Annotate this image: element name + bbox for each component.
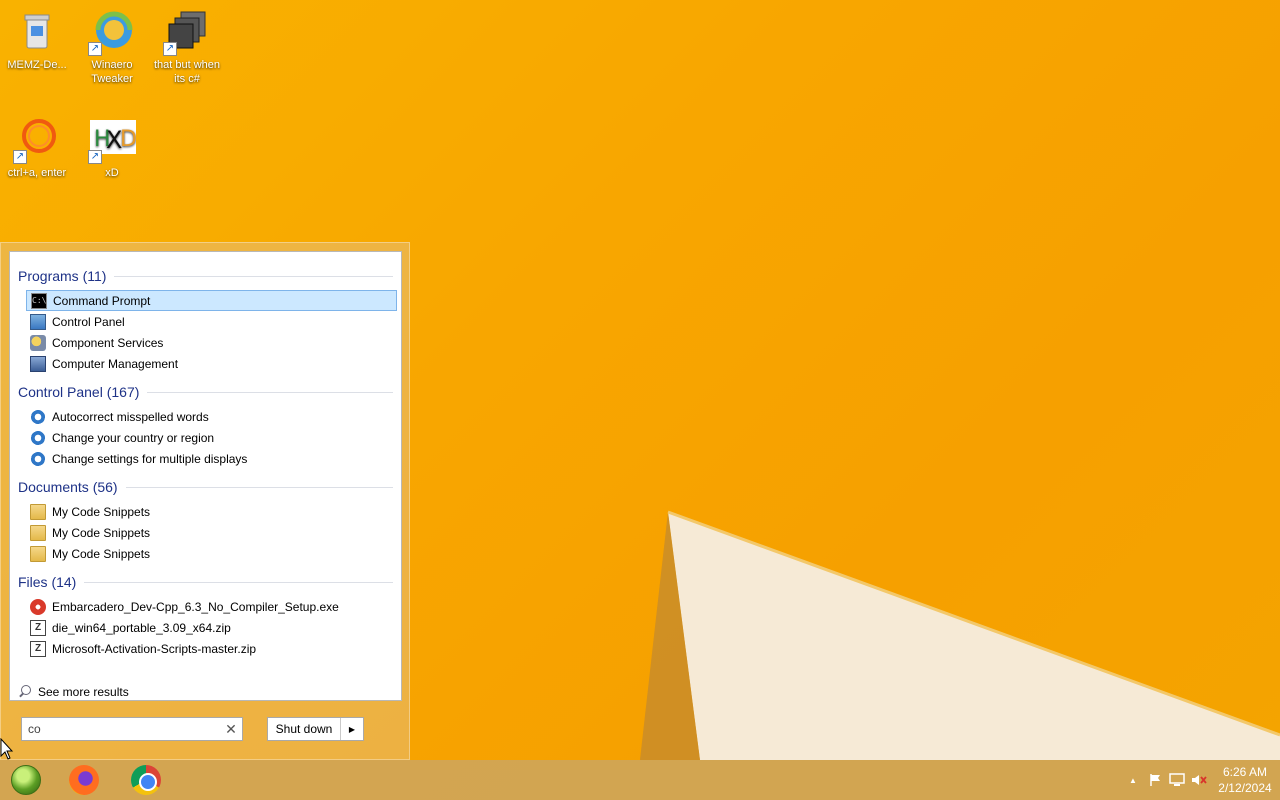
hxd-icon: HXD ↗ — [88, 116, 137, 164]
result-document[interactable]: My Code Snippets — [26, 543, 397, 564]
clock[interactable]: 6:26 AM 2/12/2024 — [1210, 764, 1280, 796]
group-header-control-panel: Control Panel (167) — [18, 382, 393, 402]
shortcut-arrow-icon: ↗ — [88, 42, 102, 56]
computer-management-icon — [30, 355, 46, 372]
result-label: Command Prompt — [53, 293, 151, 308]
cmd-icon: C:\ — [31, 292, 47, 309]
clock-time: 6:26 AM — [1222, 765, 1268, 779]
start-button[interactable] — [0, 762, 52, 798]
component-services-icon — [30, 334, 46, 351]
result-file[interactable]: Embarcadero_Dev-Cpp_6.3_No_Compiler_Setu… — [26, 596, 397, 617]
result-label: Component Services — [52, 335, 164, 350]
exe-icon — [30, 598, 46, 615]
search-icon — [18, 685, 32, 699]
clear-search-icon[interactable]: ✕ — [220, 721, 242, 738]
gear-icon — [30, 408, 46, 425]
result-file[interactable]: Z die_win64_portable_3.09_x64.zip — [26, 617, 397, 638]
result-label: Microsoft-Activation-Scripts-master.zip — [52, 641, 257, 656]
result-document[interactable]: My Code Snippets — [26, 501, 397, 522]
desktop-icon-label: that but when its c# — [153, 59, 221, 85]
network-icon[interactable] — [1166, 760, 1188, 800]
shutdown-button-group: Shut down ▶ — [267, 717, 364, 741]
result-label: My Code Snippets — [52, 546, 151, 561]
recycle-bin-icon — [13, 8, 61, 56]
zip-icon: Z — [30, 619, 46, 636]
gear-icon — [30, 429, 46, 446]
search-input[interactable] — [28, 722, 220, 736]
start-menu: Programs (11) C:\ Command Prompt Control… — [0, 242, 410, 760]
system-tray: ▲ 6:26 AM 2/12/2024 — [1122, 760, 1280, 800]
folder-icon — [30, 524, 46, 541]
result-label: My Code Snippets — [52, 525, 151, 540]
result-command-prompt[interactable]: C:\ Command Prompt — [26, 290, 397, 311]
result-label: Computer Management — [52, 356, 179, 371]
result-label: Embarcadero_Dev-Cpp_6.3_No_Compiler_Setu… — [52, 599, 339, 614]
desktop-icon-label: Winaero Tweaker — [91, 59, 133, 85]
winaero-icon: ↗ — [88, 8, 136, 56]
see-more-label: See more results — [38, 685, 129, 699]
search-results-panel: Programs (11) C:\ Command Prompt Control… — [9, 251, 402, 701]
desktop-icon-that-but[interactable]: ↗ that but when its c# — [150, 8, 224, 86]
shortcut-arrow-icon: ↗ — [13, 150, 27, 164]
taskbar-chrome[interactable] — [120, 762, 172, 798]
desktop-icon-ctrl-a[interactable]: ↗ ctrl+a, enter — [0, 116, 74, 180]
group-header-documents: Documents (56) — [18, 477, 393, 497]
desktop-icon-label: ctrl+a, enter — [7, 167, 67, 179]
desktop-icon-label: xD — [105, 167, 119, 179]
result-label: My Code Snippets — [52, 504, 151, 519]
shutdown-options-arrow-icon[interactable]: ▶ — [341, 718, 363, 740]
result-label: Change settings for multiple displays — [52, 451, 248, 466]
action-center-flag-icon[interactable] — [1144, 760, 1166, 800]
search-box[interactable]: ✕ — [21, 717, 243, 741]
result-label: Change your country or region — [52, 430, 215, 445]
see-more-results-link[interactable]: See more results — [18, 682, 129, 702]
taskbar-firefox[interactable] — [58, 762, 110, 798]
result-control-panel[interactable]: Control Panel — [26, 311, 397, 332]
result-file[interactable]: Z Microsoft-Activation-Scripts-master.zi… — [26, 638, 397, 659]
taskbar: ▲ 6:26 AM 2/12/2024 — [0, 760, 1280, 800]
zip-icon: Z — [30, 640, 46, 657]
stack-icon: ↗ — [163, 8, 211, 56]
result-component-services[interactable]: Component Services — [26, 332, 397, 353]
clock-date: 2/12/2024 — [1218, 781, 1272, 795]
result-label: die_win64_portable_3.09_x64.zip — [52, 620, 231, 635]
folder-icon — [30, 545, 46, 562]
firefox-icon — [69, 765, 99, 795]
shortcut-arrow-icon: ↗ — [88, 150, 102, 164]
desktop-icon-xd[interactable]: HXD ↗ xD — [75, 116, 149, 180]
ring-icon: ↗ — [13, 116, 61, 164]
svg-text:D: D — [120, 127, 136, 152]
result-label: Control Panel — [52, 314, 125, 329]
group-header-programs: Programs (11) — [18, 266, 393, 286]
chrome-icon — [131, 765, 161, 795]
folder-icon — [30, 503, 46, 520]
result-multiple-displays[interactable]: Change settings for multiple displays — [26, 448, 397, 469]
result-document[interactable]: My Code Snippets — [26, 522, 397, 543]
result-change-country[interactable]: Change your country or region — [26, 427, 397, 448]
volume-muted-icon[interactable] — [1188, 760, 1210, 800]
result-computer-management[interactable]: Computer Management — [26, 353, 397, 374]
desktop-icon-label: MEMZ-De... — [7, 59, 67, 71]
start-orb-icon — [11, 765, 41, 795]
shutdown-button[interactable]: Shut down — [268, 718, 341, 740]
desktop-icon-winaero[interactable]: ↗ Winaero Tweaker — [75, 8, 149, 86]
shortcut-arrow-icon: ↗ — [163, 42, 177, 56]
gear-icon — [30, 450, 46, 467]
group-header-files: Files (14) — [18, 572, 393, 592]
result-label: Autocorrect misspelled words — [52, 409, 209, 424]
desktop-icon-recycle-bin[interactable]: MEMZ-De... — [0, 8, 74, 72]
result-autocorrect[interactable]: Autocorrect misspelled words — [26, 406, 397, 427]
show-hidden-icons-icon[interactable]: ▲ — [1122, 760, 1144, 800]
control-panel-icon — [30, 313, 46, 330]
